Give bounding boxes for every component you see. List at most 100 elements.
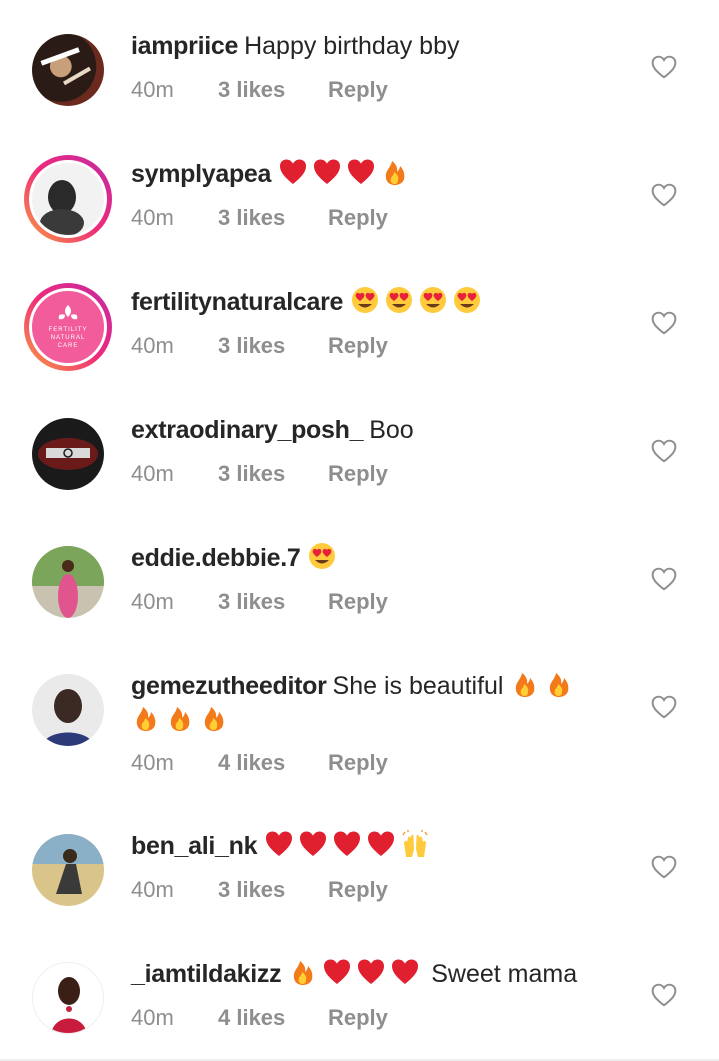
comment-text: gemezutheeditor She is beautiful <box>131 669 609 703</box>
comment-time: 40m <box>131 77 174 102</box>
emoji-group <box>510 672 578 700</box>
like-heart-icon[interactable] <box>651 695 677 719</box>
comment-body: Sweet mama <box>431 960 578 988</box>
logo-text: NATURAL <box>51 335 86 341</box>
fire-icon <box>516 673 535 697</box>
avatar-photo: FERTILITY NATURAL CARE <box>49 305 88 349</box>
fire-icon <box>385 161 405 185</box>
red-heart-icon <box>300 831 327 856</box>
like-heart-icon[interactable] <box>651 983 677 1007</box>
likes-count[interactable]: 3 likes <box>218 876 328 904</box>
comment-text: ben_ali_nk <box>131 829 609 863</box>
avatar-photo <box>40 47 91 86</box>
avatar[interactable]: FERTILITY NATURAL CARE <box>24 283 112 371</box>
avatar[interactable] <box>32 674 104 746</box>
comment-time: 40m <box>131 205 174 230</box>
likes-count[interactable]: 3 likes <box>218 76 328 104</box>
emoji-group <box>350 287 486 316</box>
like-heart-icon[interactable] <box>651 311 677 335</box>
reply-button[interactable]: Reply <box>328 876 388 904</box>
reply-button[interactable]: Reply <box>328 749 388 777</box>
username[interactable]: symplyapea <box>131 160 271 188</box>
avatar[interactable] <box>32 418 104 490</box>
avatar-photo <box>40 180 84 235</box>
comment-meta: 40m 3 likes Reply <box>131 332 388 360</box>
emoji-group <box>131 706 233 734</box>
likes-count[interactable]: 4 likes <box>218 749 328 777</box>
avatar[interactable] <box>32 546 104 618</box>
avatar[interactable] <box>32 834 104 906</box>
comment-meta: 40m 3 likes Reply <box>131 204 388 232</box>
fire-icon <box>294 961 313 985</box>
likes-count[interactable]: 3 likes <box>218 460 328 488</box>
likes-count[interactable]: 3 likes <box>218 332 328 360</box>
emoji-group <box>278 159 414 188</box>
comment-body: Boo <box>369 416 414 444</box>
like-heart-icon[interactable] <box>651 567 677 591</box>
comment-text: iampriice Happy birthday bby <box>131 29 609 63</box>
reply-button[interactable]: Reply <box>328 204 388 232</box>
emoji-group <box>264 830 434 860</box>
emoji-group <box>307 543 341 572</box>
comment-text: extraodinary_posh_ Boo <box>131 413 609 447</box>
avatar[interactable] <box>32 962 104 1034</box>
avatar-photo <box>32 834 104 894</box>
comment-body: She is beautiful <box>332 672 504 700</box>
avatar[interactable] <box>24 155 112 243</box>
red-heart-icon <box>358 959 385 984</box>
avatar-photo <box>32 546 104 618</box>
comment-meta: 40m 3 likes Reply <box>131 876 388 904</box>
heart-eyes-icon <box>420 287 447 313</box>
red-heart-icon <box>392 959 419 984</box>
reply-button[interactable]: Reply <box>328 460 388 488</box>
username[interactable]: eddie.debbie.7 <box>131 544 301 572</box>
fire-icon <box>550 673 569 697</box>
red-heart-icon <box>368 831 395 856</box>
comment-time: 40m <box>131 1005 174 1030</box>
like-heart-icon[interactable] <box>651 855 677 879</box>
comment-meta: 40m 4 likes Reply <box>131 749 388 777</box>
avatar[interactable] <box>32 34 104 106</box>
likes-count[interactable]: 3 likes <box>218 204 328 232</box>
fire-icon <box>204 707 224 731</box>
comment-meta: 40m 4 likes Reply <box>131 1004 388 1032</box>
comment-meta: 40m 3 likes Reply <box>131 76 388 104</box>
heart-eyes-icon <box>454 287 481 313</box>
avatar-photo <box>42 689 94 746</box>
fire-icon <box>170 707 190 731</box>
like-heart-icon[interactable] <box>651 183 677 207</box>
red-heart-icon <box>266 831 293 856</box>
username[interactable]: extraodinary_posh_ <box>131 416 363 444</box>
logo-text: CARE <box>58 343 79 349</box>
reply-button[interactable]: Reply <box>328 588 388 616</box>
like-heart-icon[interactable] <box>651 439 677 463</box>
fire-icon <box>136 707 156 731</box>
emoji-group <box>288 959 431 988</box>
comment-time: 40m <box>131 333 174 358</box>
likes-count[interactable]: 4 likes <box>218 1004 328 1032</box>
comment-time: 40m <box>131 589 174 614</box>
heart-eyes-icon <box>386 287 413 313</box>
username[interactable]: ben_ali_nk <box>131 832 258 860</box>
heart-eyes-icon <box>309 543 336 569</box>
comment-time: 40m <box>131 877 174 902</box>
raising-hands-icon <box>402 830 428 857</box>
reply-button[interactable]: Reply <box>328 76 388 104</box>
like-heart-icon[interactable] <box>651 55 677 79</box>
username[interactable]: fertilitynaturalcare <box>131 288 343 316</box>
heart-eyes-icon <box>352 287 379 313</box>
logo-text: FERTILITY <box>49 327 88 333</box>
comment-meta: 40m 3 likes Reply <box>131 460 388 488</box>
comment-text-line2 <box>131 703 609 737</box>
avatar-photo <box>38 438 98 470</box>
avatar-photo <box>51 977 87 1033</box>
red-heart-icon <box>348 159 375 184</box>
likes-count[interactable]: 3 likes <box>218 588 328 616</box>
username[interactable]: _iamtildakizz <box>131 960 282 988</box>
username[interactable]: gemezutheeditor <box>131 672 327 700</box>
username[interactable]: iampriice <box>131 32 238 60</box>
comment-time: 40m <box>131 750 174 775</box>
comment-text: _iamtildakizz Sweet mama <box>131 957 609 991</box>
reply-button[interactable]: Reply <box>328 1004 388 1032</box>
reply-button[interactable]: Reply <box>328 332 388 360</box>
